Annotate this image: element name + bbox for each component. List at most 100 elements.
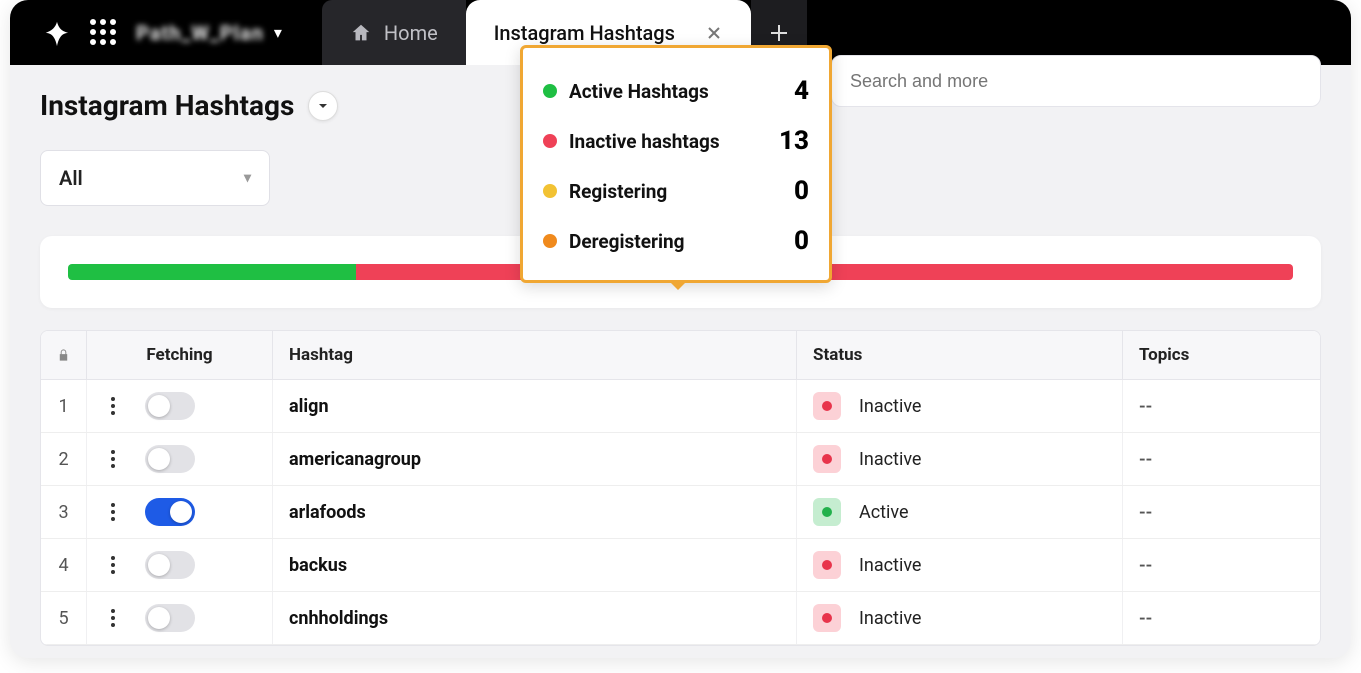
- search-input[interactable]: [850, 71, 1302, 92]
- row-index: 2: [41, 433, 87, 485]
- row-status: Inactive: [797, 539, 1123, 591]
- column-fetching: Fetching: [87, 331, 273, 379]
- column-topics: Topics: [1123, 331, 1321, 379]
- fetching-toggle[interactable]: [145, 604, 195, 632]
- tooltip-label: Deregistering: [569, 230, 684, 253]
- row-menu-button[interactable]: [107, 499, 119, 525]
- row-status: Inactive: [797, 380, 1123, 432]
- hashtags-table: Fetching Hashtag Status Topics 1 align Ina…: [40, 330, 1321, 646]
- status-text: Inactive: [859, 396, 921, 417]
- row-fetching-cell: [87, 486, 273, 538]
- status-text: Inactive: [859, 608, 921, 629]
- row-topics: --: [1123, 592, 1321, 644]
- table-header: Fetching Hashtag Status Topics: [41, 331, 1320, 380]
- row-menu-button[interactable]: [107, 605, 119, 631]
- tab-active-label: Instagram Hashtags: [494, 21, 675, 45]
- page-dropdown-button[interactable]: [308, 91, 338, 121]
- app-launcher-icon[interactable]: [90, 19, 118, 47]
- status-text: Inactive: [859, 449, 921, 470]
- column-status: Status: [797, 331, 1123, 379]
- tooltip-count: 4: [794, 76, 809, 106]
- row-hashtag[interactable]: backus: [273, 539, 797, 591]
- row-status: Inactive: [797, 592, 1123, 644]
- status-text: Active: [859, 502, 909, 523]
- tooltip-row: Inactive hashtags 13: [543, 116, 809, 166]
- table-row: 3 arlafoods Active --: [41, 486, 1320, 539]
- column-lock: [41, 331, 87, 379]
- row-hashtag[interactable]: arlafoods: [273, 486, 797, 538]
- tooltip-count: 13: [779, 126, 809, 156]
- status-dot-icon: [543, 234, 557, 248]
- row-index: 3: [41, 486, 87, 538]
- row-menu-button[interactable]: [107, 446, 119, 472]
- fetching-toggle[interactable]: [145, 551, 195, 579]
- row-fetching-cell: [87, 592, 273, 644]
- tooltip-label: Active Hashtags: [569, 80, 709, 103]
- row-status: Inactive: [797, 433, 1123, 485]
- status-filter-select[interactable]: All ▾: [40, 150, 270, 206]
- tab-home-label: Home: [384, 21, 438, 45]
- row-hashtag[interactable]: align: [273, 380, 797, 432]
- status-dot-icon: [543, 134, 557, 148]
- page-content: Instagram Hashtags All ▾ Active Hashtags…: [10, 65, 1351, 646]
- status-text: Inactive: [859, 555, 921, 576]
- status-badge: [813, 445, 841, 473]
- fetching-toggle[interactable]: [145, 498, 195, 526]
- table-row: 5 cnhholdings Inactive --: [41, 592, 1320, 645]
- tooltip-label: Registering: [569, 180, 667, 203]
- status-dot-icon: [822, 507, 832, 517]
- workspace-name: Path_W_Plan: [136, 21, 264, 45]
- lock-icon: [57, 348, 70, 362]
- tooltip-row: Deregistering 0: [543, 216, 809, 266]
- row-fetching-cell: [87, 433, 273, 485]
- tooltip-row: Registering 0: [543, 166, 809, 216]
- tooltip-row: Active Hashtags 4: [543, 66, 809, 116]
- home-icon: [350, 22, 372, 44]
- table-row: 1 align Inactive --: [41, 380, 1320, 433]
- page-title: Instagram Hashtags: [40, 89, 294, 122]
- chevron-down-icon: [317, 100, 329, 112]
- tooltip-count: 0: [794, 176, 809, 206]
- status-dot-icon: [822, 401, 832, 411]
- status-dot-icon: [822, 560, 832, 570]
- row-index: 4: [41, 539, 87, 591]
- fetching-toggle[interactable]: [145, 445, 195, 473]
- filter-label: All: [59, 166, 83, 190]
- row-hashtag[interactable]: cnhholdings: [273, 592, 797, 644]
- chevron-down-icon[interactable]: ▾: [274, 23, 282, 42]
- status-summary-tooltip: Active Hashtags 4 Inactive hashtags 13 Regis…: [520, 45, 832, 283]
- row-topics: --: [1123, 433, 1321, 485]
- table-row: 4 backus Inactive --: [41, 539, 1320, 592]
- row-index: 1: [41, 380, 87, 432]
- status-badge: [813, 392, 841, 420]
- status-badge: [813, 498, 841, 526]
- row-topics: --: [1123, 380, 1321, 432]
- fetching-toggle[interactable]: [145, 392, 195, 420]
- table-body: 1 align Inactive -- 2 americanagroup Inactive -…: [41, 380, 1320, 645]
- row-topics: --: [1123, 486, 1321, 538]
- row-topics: --: [1123, 539, 1321, 591]
- close-icon[interactable]: [705, 24, 723, 42]
- row-hashtag[interactable]: americanagroup: [273, 433, 797, 485]
- workspace-switcher[interactable]: Path_W_Plan: [136, 21, 264, 45]
- status-bar-active-segment: [68, 264, 356, 280]
- chevron-down-icon: ▾: [244, 170, 251, 186]
- plus-icon: [769, 23, 789, 43]
- tooltip-count: 0: [794, 226, 809, 256]
- row-status: Active: [797, 486, 1123, 538]
- tab-home[interactable]: Home: [322, 0, 466, 65]
- tooltip-label: Inactive hashtags: [569, 130, 720, 153]
- status-badge: [813, 604, 841, 632]
- status-badge: [813, 551, 841, 579]
- status-dot-icon: [822, 454, 832, 464]
- status-dot-icon: [543, 184, 557, 198]
- row-index: 5: [41, 592, 87, 644]
- row-fetching-cell: [87, 539, 273, 591]
- search-box[interactable]: [831, 55, 1321, 107]
- row-menu-button[interactable]: [107, 552, 119, 578]
- brand-logo-icon: [40, 16, 74, 50]
- column-hashtag: Hashtag: [273, 331, 797, 379]
- status-dot-icon: [822, 613, 832, 623]
- row-menu-button[interactable]: [107, 393, 119, 419]
- table-row: 2 americanagroup Inactive --: [41, 433, 1320, 486]
